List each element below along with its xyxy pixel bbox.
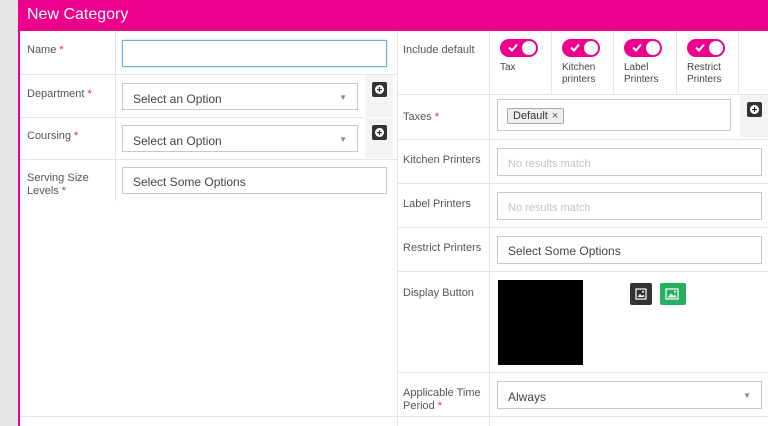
include-default-label: Include default <box>403 44 475 56</box>
serving-size-multiselect[interactable]: Select Some Options <box>122 167 387 194</box>
right-label-divider <box>489 31 490 426</box>
toggle-kitchen-printers-label: Kitchen printers <box>562 62 596 85</box>
display-button-label: Display Button <box>403 287 474 299</box>
plus-circle-icon <box>750 105 759 114</box>
plus-circle-icon <box>375 85 384 94</box>
time-period-label: Applicable Time Period * <box>403 387 481 412</box>
serving-size-label: Serving Size Levels * <box>27 172 89 197</box>
add-coursing-button[interactable] <box>372 125 387 140</box>
time-period-select[interactable]: Always ▼ <box>497 381 762 409</box>
kitchen-printers-label: Kitchen Printers <box>403 154 481 166</box>
left-label-divider <box>115 31 116 201</box>
column-divider <box>397 31 398 426</box>
toggle-tax-label: Tax <box>500 62 516 73</box>
label-printers-multiselect[interactable]: No results match <box>497 192 762 220</box>
chevron-down-icon: ▼ <box>339 135 347 144</box>
restrict-printers-label: Restrict Printers <box>403 242 482 254</box>
name-label: Name * <box>27 44 64 56</box>
toggle-tax[interactable] <box>500 39 538 57</box>
plus-circle-icon <box>375 128 384 137</box>
label-printers-label: Label Printers <box>403 198 471 210</box>
department-label: Department * <box>27 88 92 100</box>
image-file-icon <box>635 288 647 300</box>
check-icon <box>632 43 642 52</box>
coursing-select[interactable]: Select an Option ▼ <box>122 125 358 152</box>
taxes-multiselect[interactable]: Default × <box>497 99 731 131</box>
toggle-label-printers[interactable] <box>624 39 662 57</box>
department-select[interactable]: Select an Option ▼ <box>122 83 358 110</box>
upload-image-button[interactable] <box>630 283 652 305</box>
chevron-down-icon: ▼ <box>339 93 347 102</box>
dialog-title: New Category <box>27 6 129 23</box>
kitchen-printers-multiselect[interactable]: No results match <box>497 148 762 176</box>
restrict-printers-multiselect[interactable]: Select Some Options <box>497 236 762 264</box>
image-icon <box>665 288 679 300</box>
remove-chip-icon[interactable]: × <box>552 110 558 122</box>
dialog-header: New Category <box>20 0 768 31</box>
add-tax-button[interactable] <box>747 102 762 117</box>
check-icon <box>508 43 518 52</box>
coursing-label: Coursing * <box>27 130 79 142</box>
toggle-restrict-printers-label: Restrict Printers <box>687 62 722 85</box>
toggle-label-printers-label: Label Printers <box>624 62 659 85</box>
name-input[interactable] <box>122 40 387 67</box>
toggle-restrict-printers[interactable] <box>687 39 725 57</box>
add-department-button[interactable] <box>372 82 387 97</box>
taxes-label: Taxes * <box>403 111 440 123</box>
new-category-dialog: New Category Name * Department * Select an… <box>18 0 768 426</box>
choose-image-button[interactable] <box>660 283 686 305</box>
tax-chip-default: Default × <box>507 108 565 124</box>
toggle-kitchen-printers[interactable] <box>562 39 600 57</box>
display-button-preview <box>498 280 583 365</box>
check-icon <box>570 43 580 52</box>
check-icon <box>695 43 705 52</box>
chevron-down-icon: ▼ <box>743 391 751 400</box>
